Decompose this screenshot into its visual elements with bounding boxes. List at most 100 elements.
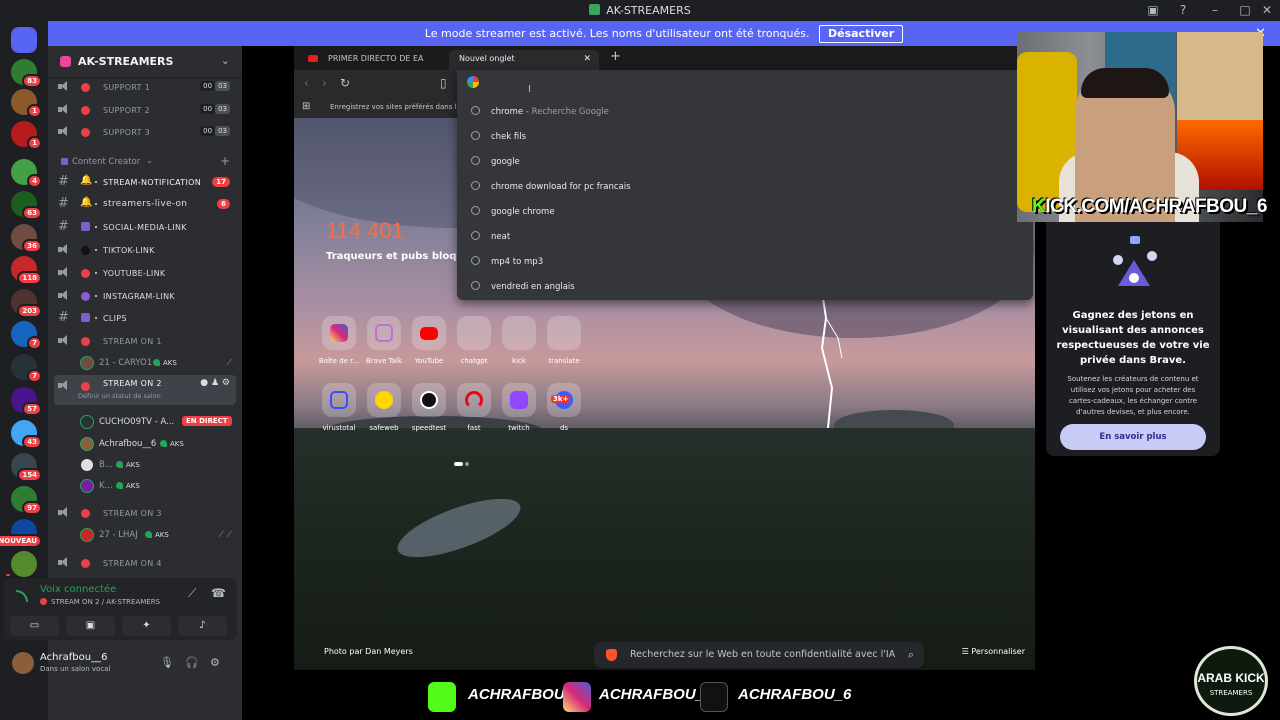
learn-more-button[interactable]: En savoir plus xyxy=(1060,424,1206,450)
channel-tools[interactable]: ● ♟ ⚙ xyxy=(200,378,230,388)
tab-youtube-live[interactable]: PRIMER DIRECTO DE EA SPORTS xyxy=(302,50,447,81)
voice-channel-instagram-link[interactable]: INSTAGRAM-LINK xyxy=(48,285,242,307)
activities-button[interactable]: ✦ xyxy=(122,616,171,636)
voice-channel-support-1[interactable]: SUPPORT 1 00 03 xyxy=(48,76,242,98)
suggestion-item[interactable]: chrome download for pc francais xyxy=(457,174,1033,199)
search-icon[interactable]: ⌕ xyxy=(908,642,914,668)
text-channel-clips[interactable]: # CLIPS xyxy=(48,307,242,329)
soundboard-button[interactable]: ♪ xyxy=(178,616,227,636)
bookmark-icon[interactable]: ▯ xyxy=(440,76,447,90)
server-icon[interactable]: 97 xyxy=(11,486,42,515)
suggestion-item[interactable]: vendredi en anglais xyxy=(457,274,1033,299)
tile-ds[interactable]: 3k+ ds xyxy=(542,383,586,432)
server-icon[interactable]: 57 xyxy=(11,387,42,416)
text-cursor-icon: I xyxy=(528,84,531,95)
voice-user-lhaj[interactable]: 27 - LHAJ AKS ⟋ ⟋ xyxy=(48,525,242,545)
server-header[interactable]: AK-STREAMERS ⌄ xyxy=(48,46,242,78)
tile-safeweb[interactable]: safeweb xyxy=(362,383,406,432)
reload-icon[interactable]: ↻ xyxy=(340,76,350,90)
voice-user-k[interactable]: K... AKS xyxy=(48,476,242,496)
suggestion-item[interactable]: google xyxy=(457,149,1033,174)
server-icon[interactable]: 83 xyxy=(11,59,42,88)
chevron-down-icon[interactable]: ⌄ xyxy=(221,54,230,67)
help-icon[interactable]: ? xyxy=(1175,3,1191,17)
server-icon[interactable]: 118 xyxy=(11,256,42,285)
tab-new-tab[interactable]: Nouvel onglet ✕ xyxy=(449,50,599,70)
tile-kick[interactable]: kick xyxy=(497,316,541,365)
inbox-icon[interactable]: ▣ xyxy=(1145,3,1161,17)
voice-channel-stream-on-3[interactable]: STREAM ON 3 xyxy=(48,502,242,524)
tile-brave-talk[interactable]: Brave Talk xyxy=(362,316,406,365)
tile-twitch[interactable]: twitch xyxy=(497,383,541,432)
page-indicator[interactable] xyxy=(454,451,471,470)
text-channel-social-media-link[interactable]: # SOCIAL-MEDIA-LINK xyxy=(48,216,242,238)
channel-status-prompt[interactable]: Définir un statut de salon xyxy=(78,392,161,400)
server-icon[interactable]: 43 xyxy=(11,420,42,449)
user-status: Dans un salon vocal xyxy=(40,665,111,673)
suggestion-item[interactable]: chrome - Recherche Google xyxy=(457,99,1033,124)
user-avatar[interactable] xyxy=(12,652,34,674)
voice-user-b[interactable]: B... AKS xyxy=(48,455,242,475)
server-icon[interactable]: 203 xyxy=(11,289,42,318)
voice-channel-stream-on-1[interactable]: STREAM ON 1 xyxy=(48,330,242,352)
noise-suppression-icon[interactable]: ⟋ xyxy=(188,586,196,601)
server-icon[interactable] xyxy=(4,551,37,578)
voice-channel-stream-on-4[interactable]: STREAM ON 4 xyxy=(48,552,242,574)
text-channel-stream-notification[interactable]: # 🔔 STREAM-NOTIFICATION 17 xyxy=(48,171,242,193)
tile-chatgpt[interactable]: chatgpt xyxy=(452,316,496,365)
server-icon[interactable]: 7 xyxy=(11,354,42,383)
back-icon[interactable]: ‹ xyxy=(304,76,309,90)
server-icon[interactable]: 36 xyxy=(11,224,42,253)
new-tab-plus-icon[interactable]: + xyxy=(610,49,621,64)
voice-user-cucho[interactable]: CUCHO09TV - A... EN DIRECT xyxy=(48,412,242,432)
tile-translate[interactable]: translate xyxy=(542,316,586,365)
voice-channel-support-3[interactable]: SUPPORT 3 00 03 xyxy=(48,121,242,143)
server-icon[interactable]: 154 xyxy=(11,453,42,482)
voice-channel-support-2[interactable]: SUPPORT 2 00 03 xyxy=(48,99,242,121)
discord-home-icon[interactable] xyxy=(11,27,37,53)
disconnect-icon[interactable]: ☎ xyxy=(211,586,226,600)
voice-user-caryo[interactable]: 21 - CARYO1 AKS ⟋ xyxy=(48,353,242,373)
signal-icon[interactable] xyxy=(16,590,28,602)
suggestion-item[interactable]: chek fils xyxy=(457,124,1033,149)
category-content-creator[interactable]: Content Creator ⌄ + xyxy=(48,152,242,172)
forward-icon[interactable]: › xyxy=(322,76,327,90)
disable-streamer-button[interactable]: Désactiver xyxy=(818,25,904,43)
tile-fast[interactable]: fast xyxy=(452,383,496,432)
window-titlebar: AK-STREAMERS ▣ ? – □ ✕ xyxy=(0,0,1280,21)
customize-link[interactable]: ☰ Personnaliser xyxy=(962,647,1025,656)
maximize-button[interactable]: □ xyxy=(1237,3,1253,17)
text-channel-streamers-live-on[interactable]: # 🔔 streamers-live-on 6 xyxy=(48,193,242,215)
web-search-box[interactable]: Recherchez sur le Web en toute confident… xyxy=(594,642,924,668)
camera-off-button[interactable]: ▭ xyxy=(10,616,59,636)
add-channel-icon[interactable]: + xyxy=(220,154,230,168)
server-icon[interactable]: NOUVEAU xyxy=(0,519,42,548)
server-badge-icon xyxy=(60,56,71,67)
voice-status[interactable]: Voix connectée xyxy=(40,584,116,595)
tile-virustotal[interactable]: virustotal xyxy=(317,383,361,432)
minimize-button[interactable]: – xyxy=(1207,3,1223,17)
apps-grid-icon[interactable]: ⊞ xyxy=(302,102,312,112)
tile-inbox[interactable]: Boîte de r... xyxy=(317,316,361,365)
server-icon[interactable]: 4 xyxy=(11,159,42,188)
suggestion-item[interactable]: mp4 to mp3 xyxy=(457,249,1033,274)
suggestion-item[interactable]: google chrome xyxy=(457,199,1033,224)
server-icon[interactable]: 1 xyxy=(11,89,42,118)
voice-channel-stream-on-2[interactable]: STREAM ON 2 Définir un statut de salon ●… xyxy=(54,375,236,405)
tile-speedtest[interactable]: speedtest xyxy=(407,383,451,432)
server-icon[interactable]: 7 xyxy=(11,321,42,350)
server-icon[interactable]: 63 xyxy=(11,191,42,220)
voice-channel-youtube-link[interactable]: YOUTUBE-LINK xyxy=(48,262,242,284)
voice-user-achrafbou[interactable]: Achrafbou__6 AKS xyxy=(48,434,242,454)
microphone-icon[interactable]: 🎙 xyxy=(160,656,174,669)
voice-channel-tiktok-link[interactable]: TIKTOK-LINK xyxy=(48,239,242,261)
close-window-button[interactable]: ✕ xyxy=(1259,3,1275,17)
server-icon[interactable]: 1 xyxy=(11,121,42,150)
close-tab-icon[interactable]: ✕ xyxy=(583,50,591,68)
suggestion-item[interactable]: neat xyxy=(457,224,1033,249)
settings-gear-icon[interactable]: ⚙ xyxy=(210,656,220,669)
photo-credit[interactable]: Photo par Dan Meyers xyxy=(324,647,413,656)
tile-youtube[interactable]: YouTube xyxy=(407,316,451,365)
headphones-icon[interactable]: 🎧 xyxy=(185,656,199,669)
screen-share-button[interactable]: ▣ xyxy=(66,616,115,636)
